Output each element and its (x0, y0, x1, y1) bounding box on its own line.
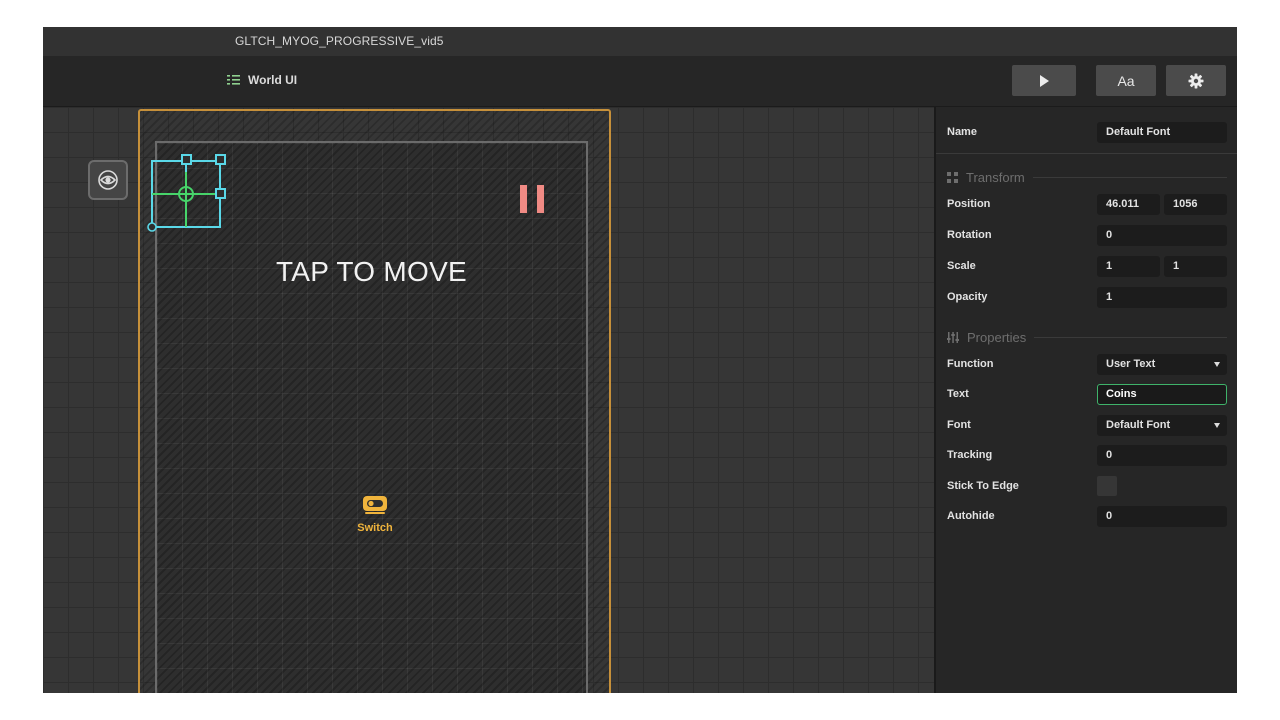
scene-tab-label: World UI (248, 73, 298, 87)
text-label: Text (947, 388, 969, 400)
rotation-row: Rotation 0 (936, 224, 1237, 248)
header-divider (936, 153, 1237, 154)
function-row: Function User Text (936, 353, 1237, 377)
tracking-row: Tracking 0 (936, 444, 1237, 468)
eye-icon (98, 170, 118, 190)
window-title: GLTCH_MYOG_PROGRESSIVE_vid5 (235, 34, 444, 48)
chevron-down-icon (1214, 362, 1220, 367)
scale-x-field[interactable]: 1 (1097, 256, 1160, 277)
play-button[interactable] (1012, 65, 1076, 96)
title-bar: GLTCH_MYOG_PROGRESSIVE_vid5 (43, 27, 1237, 56)
settings-button[interactable] (1166, 65, 1226, 96)
position-row: Position 46.011 1056 (936, 193, 1237, 217)
inspector-panel: Name Default Font Transform Position 46.… (934, 107, 1237, 693)
tracking-field[interactable]: 0 (1097, 445, 1227, 466)
function-value: User Text (1106, 358, 1156, 370)
tap-to-move-text[interactable]: TAP TO MOVE (157, 256, 586, 288)
sliders-icon (947, 331, 959, 343)
opacity-field[interactable]: 1 (1097, 287, 1227, 308)
scene-tab-world-ui[interactable]: World UI (227, 73, 297, 87)
tracking-label: Tracking (947, 449, 993, 461)
text-input[interactable]: Coins (1097, 384, 1227, 405)
gear-icon (1188, 73, 1204, 88)
name-label: Name (947, 126, 977, 138)
rotation-label: Rotation (947, 229, 992, 241)
name-field[interactable]: Default Font (1097, 122, 1227, 143)
scale-y-field[interactable]: 1 (1164, 256, 1227, 277)
font-dropdown[interactable]: Default Font (1097, 415, 1227, 436)
scale-row: Scale 1 1 (936, 255, 1237, 279)
position-y-field[interactable]: 1056 (1164, 194, 1227, 215)
opacity-label: Opacity (947, 291, 988, 303)
visibility-toggle-button[interactable] (88, 160, 128, 200)
font-button[interactable]: Aa (1096, 65, 1156, 96)
scene-canvas[interactable]: TAP TO MOVE Switch (43, 107, 934, 693)
stick-to-edge-checkbox[interactable] (1097, 476, 1117, 496)
function-label: Function (947, 358, 994, 370)
properties-title: Properties (967, 329, 1027, 345)
transform-gizmo[interactable] (143, 152, 233, 232)
name-row: Name Default Font (936, 121, 1237, 145)
font-label: Font (947, 419, 971, 431)
play-icon (1040, 74, 1049, 87)
transform-section-header[interactable]: Transform (947, 169, 1227, 185)
transform-icon (947, 171, 958, 183)
switch-label: Switch (357, 522, 393, 534)
chevron-down-icon (1214, 423, 1220, 428)
list-icon (227, 75, 240, 85)
text-input-value: Coins (1106, 388, 1137, 400)
text-row: Text Coins (936, 383, 1237, 407)
toolbar: World UI Aa (43, 56, 1237, 107)
opacity-row: Opacity 1 (936, 286, 1237, 310)
autohide-field[interactable]: 0 (1097, 506, 1227, 527)
scale-label: Scale (947, 260, 976, 272)
font-row: Font Default Font (936, 414, 1237, 438)
font-value: Default Font (1106, 419, 1171, 431)
font-button-label: Aa (1117, 72, 1135, 89)
section-rule (1034, 336, 1227, 338)
autohide-label: Autohide (947, 510, 995, 522)
function-dropdown[interactable]: User Text (1097, 354, 1227, 375)
properties-section-header[interactable]: Properties (947, 329, 1227, 345)
switch-object[interactable]: Switch (355, 495, 395, 534)
rotation-field[interactable]: 0 (1097, 225, 1227, 246)
section-rule (1032, 176, 1227, 178)
stick-to-edge-label: Stick To Edge (947, 480, 1019, 492)
position-x-field[interactable]: 46.011 (1097, 194, 1160, 215)
editor-window: GLTCH_MYOG_PROGRESSIVE_vid5 World UI Aa (43, 27, 1237, 693)
transform-title: Transform (966, 169, 1025, 185)
toggle-icon (363, 496, 387, 514)
stick-to-edge-row: Stick To Edge (936, 475, 1237, 499)
position-label: Position (947, 198, 991, 210)
autohide-row: Autohide 0 (936, 505, 1237, 529)
pause-icon[interactable] (520, 185, 546, 213)
